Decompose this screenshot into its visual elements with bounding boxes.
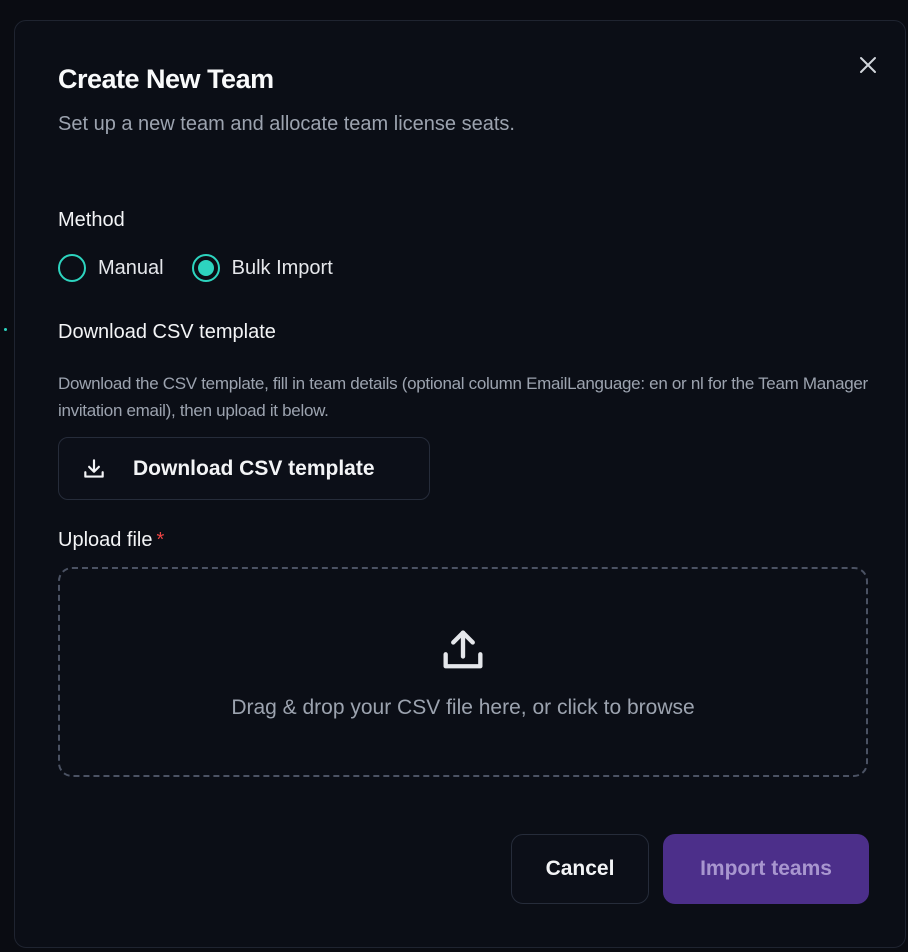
upload-icon — [443, 630, 483, 669]
close-icon — [860, 57, 876, 73]
cancel-button[interactable]: Cancel — [511, 834, 649, 904]
edge-indicator — [4, 328, 7, 331]
radio-button-bulk-import[interactable] — [191, 254, 220, 282]
csv-template-description: Download the CSV template, fill in team … — [58, 374, 868, 420]
radio-label-bulk-import: Bulk Import — [231, 256, 333, 279]
radio-label-manual: Manual — [98, 256, 164, 279]
radio-button-manual[interactable] — [58, 254, 86, 282]
dropzone-hint: Drag & drop your CSV file here, or click… — [231, 696, 695, 719]
upload-file-label: Upload file * — [58, 529, 164, 552]
method-label: Method — [58, 209, 125, 231]
csv-template-heading: Download CSV template — [58, 321, 276, 343]
radio-manual[interactable]: Manual — [58, 254, 164, 282]
dialog-title: Create New Team — [58, 64, 274, 94]
radio-bulk-import[interactable]: Bulk Import — [191, 254, 333, 282]
upload-file-label-text: Upload file — [58, 529, 153, 551]
required-marker: * — [156, 529, 165, 551]
radio-selected-dot — [197, 260, 214, 276]
download-csv-button[interactable]: Download CSV template — [58, 437, 430, 500]
import-teams-button[interactable]: Import teams — [663, 834, 869, 904]
method-radio-group: Manual Bulk Import — [58, 254, 333, 282]
download-icon — [84, 458, 104, 478]
file-dropzone[interactable]: Drag & drop your CSV file here, or click… — [58, 567, 868, 777]
dialog-subtitle: Set up a new team and allocate team lice… — [58, 113, 515, 135]
close-button[interactable] — [853, 50, 883, 80]
download-csv-button-label: Download CSV template — [133, 456, 375, 480]
